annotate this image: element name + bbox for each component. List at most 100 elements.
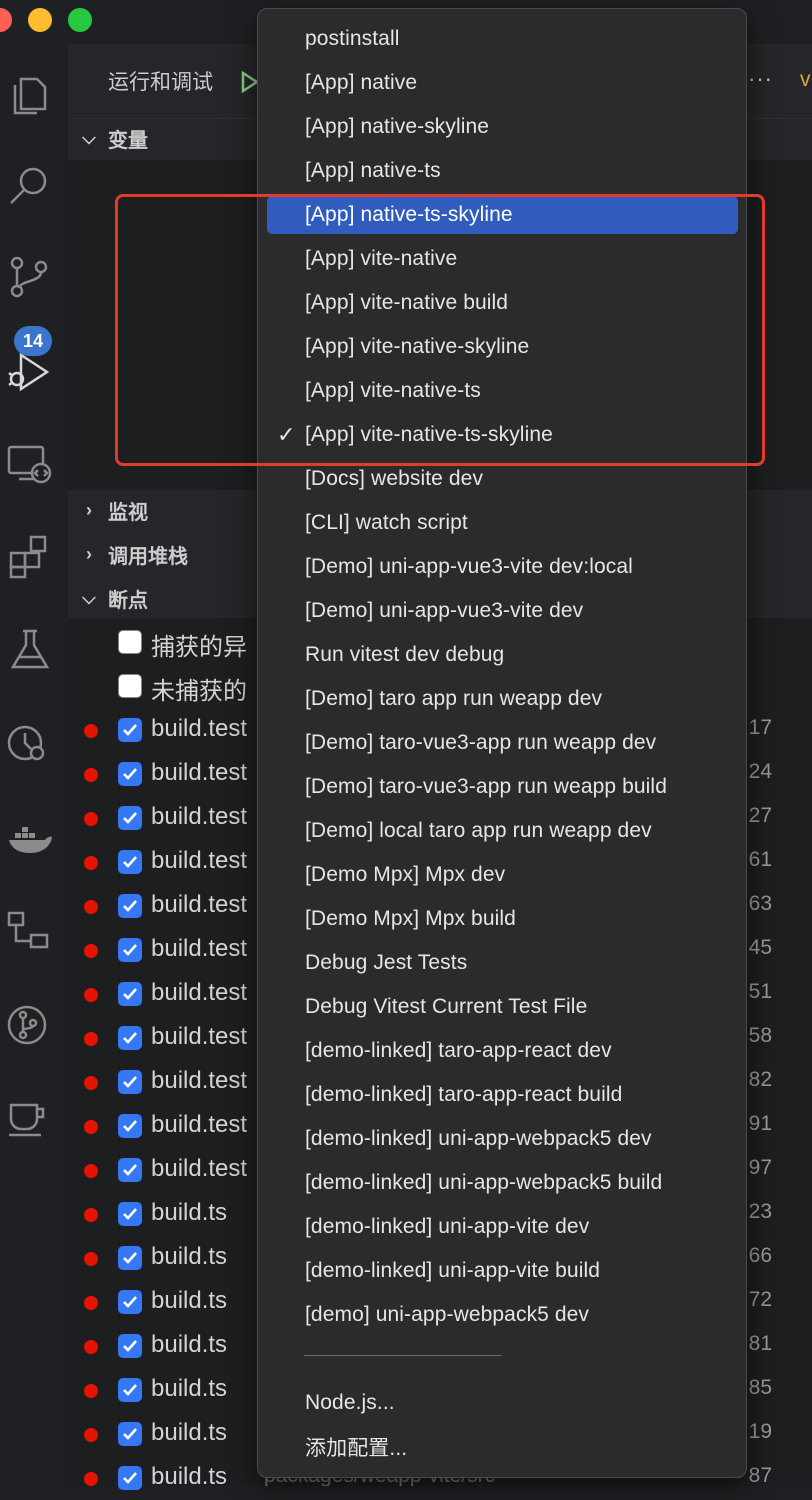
- breakpoint-checkbox[interactable]: [118, 806, 142, 830]
- breakpoint-label: build.test: [151, 715, 248, 742]
- launch-config-option[interactable]: [demo-linked] taro-app-react build: [267, 1076, 738, 1114]
- launch-config-option-label: [App] vite-native-ts: [305, 379, 481, 402]
- breakpoint-dot-icon[interactable]: [84, 856, 98, 870]
- testing-icon[interactable]: [0, 620, 60, 680]
- menu-separator: [304, 1355, 502, 1356]
- launch-config-option[interactable]: Run vitest dev debug: [267, 636, 738, 674]
- launch-config-option[interactable]: [App] vite-native-skyline: [267, 328, 738, 366]
- launch-config-option[interactable]: [Demo Mpx] Mpx dev: [267, 856, 738, 894]
- search-icon[interactable]: [0, 156, 60, 216]
- git-graph-icon[interactable]: [0, 994, 60, 1054]
- breakpoint-dot-icon[interactable]: [84, 1384, 98, 1398]
- breakpoint-checkbox[interactable]: [118, 1202, 142, 1226]
- launch-config-option[interactable]: [CLI] watch script: [267, 504, 738, 542]
- breakpoint-dot-icon[interactable]: [84, 812, 98, 826]
- section-call-stack[interactable]: › 调用堆栈: [76, 532, 188, 576]
- section-variables[interactable]: ⌵ 变量: [76, 116, 148, 160]
- launch-config-option[interactable]: [Demo] taro-vue3-app run weapp build: [267, 768, 738, 806]
- files-icon[interactable]: [0, 66, 60, 126]
- breakpoint-dot-icon[interactable]: [84, 988, 98, 1002]
- launch-config-option[interactable]: [Demo Mpx] Mpx build: [267, 900, 738, 938]
- diagram-icon[interactable]: [0, 900, 60, 960]
- launch-config-option[interactable]: [demo-linked] uni-app-webpack5 build: [267, 1164, 738, 1202]
- breakpoint-checkbox[interactable]: [118, 1246, 142, 1270]
- breakpoint-checkbox[interactable]: [118, 1158, 142, 1182]
- launch-config-option[interactable]: [demo-linked] uni-app-vite dev: [267, 1208, 738, 1246]
- launch-config-option[interactable]: [Demo] uni-app-vue3-vite dev:local: [267, 548, 738, 586]
- breakpoint-checkbox[interactable]: [118, 1114, 142, 1138]
- breakpoint-dot-icon[interactable]: [84, 1208, 98, 1222]
- launch-config-option[interactable]: [demo-linked] uni-app-vite build: [267, 1252, 738, 1290]
- breakpoint-dot-icon[interactable]: [84, 1120, 98, 1134]
- breakpoint-dot-icon[interactable]: [84, 1472, 98, 1486]
- breakpoint-checkbox[interactable]: [118, 1070, 142, 1094]
- breakpoint-dot-icon[interactable]: [84, 900, 98, 914]
- launch-config-option[interactable]: [Docs] website dev: [267, 460, 738, 498]
- breakpoint-checkbox[interactable]: [118, 1466, 142, 1490]
- breakpoint-checkbox[interactable]: [118, 938, 142, 962]
- coffee-icon[interactable]: [0, 1084, 60, 1144]
- breakpoint-dot-icon[interactable]: [84, 1296, 98, 1310]
- breakpoint-label: build.ts: [151, 1287, 228, 1314]
- launch-config-option[interactable]: [Demo] taro-vue3-app run weapp dev: [267, 724, 738, 762]
- source-control-icon[interactable]: [0, 246, 60, 306]
- launch-config-option[interactable]: [Demo] taro app run weapp dev: [267, 680, 738, 718]
- launch-config-option[interactable]: Debug Jest Tests: [267, 944, 738, 982]
- timeline-icon[interactable]: [0, 712, 60, 772]
- launch-config-option[interactable]: [App] native-skyline: [267, 108, 738, 146]
- section-breakpoints[interactable]: ⌵ 断点: [76, 576, 148, 620]
- launch-config-option[interactable]: ✓ [App] vite-native-ts-skyline: [267, 416, 738, 454]
- launch-config-option[interactable]: [App] native-ts-skyline: [267, 196, 738, 234]
- remote-explorer-icon[interactable]: [0, 432, 60, 492]
- chevron-down-icon: ⌵: [82, 127, 96, 148]
- launch-config-option[interactable]: Debug Vitest Current Test File: [267, 988, 738, 1026]
- breakpoint-dot-icon[interactable]: [84, 944, 98, 958]
- launch-config-option[interactable]: [App] vite-native-ts: [267, 372, 738, 410]
- breakpoint-label: build.test: [151, 891, 248, 918]
- breakpoint-checkbox[interactable]: [118, 674, 142, 698]
- minimize-window-button[interactable]: [28, 8, 52, 32]
- breakpoint-checkbox[interactable]: [118, 762, 142, 786]
- launch-config-option[interactable]: [App] vite-native: [267, 240, 738, 278]
- launch-config-option[interactable]: [Demo] uni-app-vue3-vite dev: [267, 592, 738, 630]
- launch-config-option[interactable]: [demo-linked] taro-app-react dev: [267, 1032, 738, 1070]
- breakpoint-dot-icon[interactable]: [84, 1076, 98, 1090]
- launch-config-option[interactable]: [Demo] local taro app run weapp dev: [267, 812, 738, 850]
- launch-config-option[interactable]: [App] vite-native build: [267, 284, 738, 322]
- breakpoint-checkbox[interactable]: [118, 1378, 142, 1402]
- breakpoint-checkbox[interactable]: [118, 718, 142, 742]
- extensions-icon[interactable]: [0, 526, 60, 586]
- more-actions-button[interactable]: ···: [748, 66, 773, 92]
- section-breakpoints-label: 断点: [108, 589, 148, 612]
- launch-config-option[interactable]: [demo] uni-app-webpack5 dev: [267, 1296, 738, 1334]
- breakpoint-checkbox[interactable]: [118, 1334, 142, 1358]
- breakpoint-dot-icon[interactable]: [84, 1252, 98, 1266]
- breakpoint-checkbox[interactable]: [118, 982, 142, 1006]
- launch-config-option[interactable]: [App] native: [267, 64, 738, 102]
- docker-icon[interactable]: [0, 808, 60, 868]
- breakpoint-line-number: 27: [748, 804, 772, 827]
- breakpoint-dot-icon[interactable]: [84, 1428, 98, 1442]
- breakpoint-checkbox[interactable]: [118, 1026, 142, 1050]
- add-configuration-option[interactable]: 添加配置...: [267, 1428, 738, 1466]
- breakpoint-checkbox[interactable]: [118, 850, 142, 874]
- source-control-badge: 14: [14, 326, 52, 356]
- section-watch[interactable]: › 监视: [76, 488, 148, 532]
- breakpoint-checkbox[interactable]: [118, 630, 142, 654]
- launch-config-option-label: [demo-linked] taro-app-react build: [305, 1083, 623, 1106]
- breakpoint-dot-icon[interactable]: [84, 724, 98, 738]
- zoom-window-button[interactable]: [68, 8, 92, 32]
- breakpoint-line-number: 81: [748, 1332, 772, 1355]
- breakpoint-dot-icon[interactable]: [84, 768, 98, 782]
- breakpoint-dot-icon[interactable]: [84, 1340, 98, 1354]
- breakpoint-dot-icon[interactable]: [84, 1164, 98, 1178]
- breakpoint-checkbox[interactable]: [118, 894, 142, 918]
- breakpoint-checkbox[interactable]: [118, 1422, 142, 1446]
- breakpoint-dot-icon[interactable]: [84, 1032, 98, 1046]
- launch-config-option[interactable]: [demo-linked] uni-app-webpack5 dev: [267, 1120, 738, 1158]
- launch-config-option[interactable]: postinstall: [267, 20, 738, 58]
- launch-config-option[interactable]: [App] native-ts: [267, 152, 738, 190]
- node-js-option[interactable]: Node.js...: [267, 1384, 738, 1422]
- close-window-button[interactable]: [0, 8, 12, 32]
- breakpoint-checkbox[interactable]: [118, 1290, 142, 1314]
